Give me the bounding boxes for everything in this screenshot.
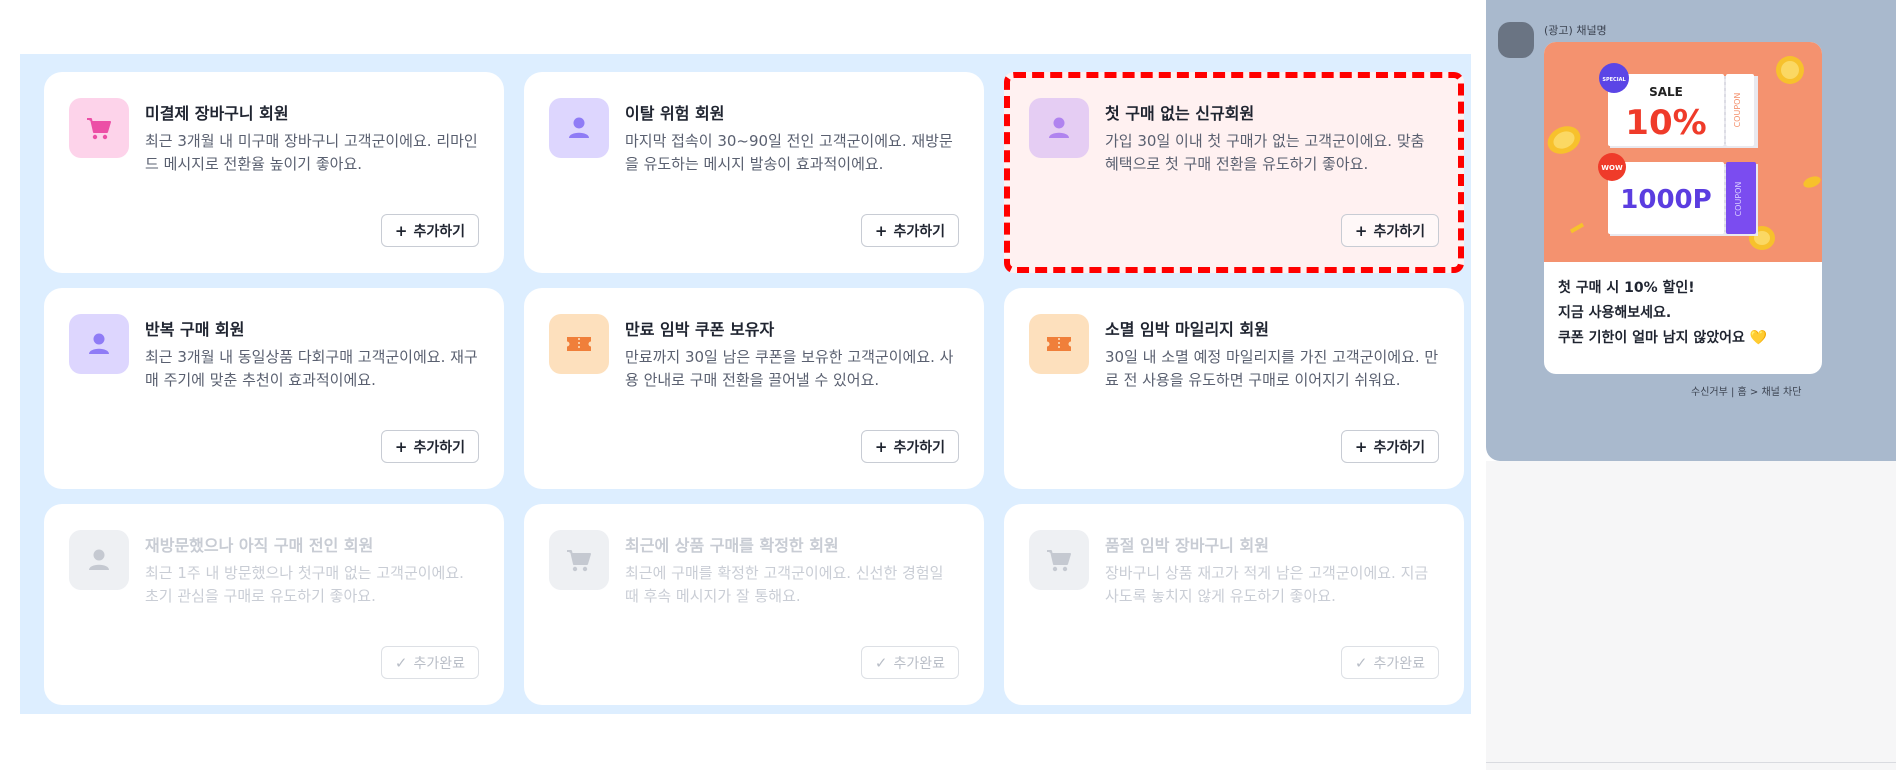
- promo-percent-text: 10%: [1625, 103, 1706, 143]
- check-icon: ✓: [1354, 653, 1368, 672]
- plus-icon: +: [874, 221, 888, 240]
- button-label: 추가하기: [413, 439, 465, 456]
- add-segment-button[interactable]: + 추가하기: [380, 430, 479, 463]
- message-line-2: 지금 사용해보세요.: [1558, 305, 1672, 321]
- segment-description: 최근 1주 내 방문했으나 첫구매 없는 고객군이에요. 초기 관심을 구매로 …: [145, 564, 464, 605]
- add-segment-button[interactable]: + 추가하기: [380, 214, 479, 247]
- button-label: 추가하기: [893, 439, 945, 456]
- promo-points-text: 1000P: [1620, 185, 1711, 215]
- plus-icon: +: [1354, 221, 1368, 240]
- segment-card: 최근에 상품 구매를 확정한 회원최근에 구매를 확정한 고객군이에요. 신선한…: [524, 504, 984, 705]
- segment-description: 30일 내 소멸 예정 마일리지를 가진 고객군이에요. 만료 전 사용을 유도…: [1105, 348, 1439, 389]
- shopping-cart-icon: [1029, 530, 1089, 590]
- added-segment-button: ✓ 추가완료: [380, 646, 479, 679]
- promo-coupon-tag-2: COUPON: [1734, 182, 1743, 217]
- segment-description: 마지막 접속이 30~90일 전인 고객군이에요. 재방문을 유도하는 메시지 …: [625, 132, 953, 173]
- user-icon: [1029, 98, 1089, 158]
- segment-title: 소멸 임박 마일리지 회원: [1105, 320, 1269, 339]
- plus-icon: +: [874, 437, 888, 456]
- wow-badge-text: WOW: [1601, 164, 1623, 172]
- button-label: 추가완료: [893, 655, 945, 672]
- button-label: 추가하기: [1373, 223, 1425, 240]
- segment-title: 품절 임박 장바구니 회원: [1105, 536, 1269, 555]
- promo-coupon-image: SALE 10% COUPON SPECIAL 1000P COUPON WOW: [1544, 42, 1822, 262]
- added-segment-button: ✓ 추가완료: [860, 646, 959, 679]
- segment-description: 최근에 구매를 확정한 고객군이에요. 신선한 경험일 때 후속 메시지가 잘 …: [625, 564, 944, 605]
- message-bubble: SALE 10% COUPON SPECIAL 1000P COUPON WOW…: [1544, 42, 1822, 374]
- segment-title: 이탈 위험 회원: [625, 104, 725, 123]
- check-icon: ✓: [874, 653, 888, 672]
- segment-card: 품절 임박 장바구니 회원장바구니 상품 재고가 적게 남은 고객군이에요. 지…: [1004, 504, 1464, 705]
- segment-title: 최근에 상품 구매를 확정한 회원: [625, 536, 839, 555]
- segment-card: 소멸 임박 마일리지 회원 30일 내 소멸 예정 마일리지를 가진 고객군이에요…: [1004, 288, 1464, 489]
- add-segment-button[interactable]: + 추가하기: [1340, 430, 1439, 463]
- coin-decoration: [1803, 176, 1821, 188]
- segment-card: 이탈 위험 회원마지막 접속이 30~90일 전인 고객군이에요. 재방문을 유…: [524, 72, 984, 273]
- segment-card-grid: 미결제 장바구니 회원최근 3개월 내 미구매 장바구니 고객군이에요. 리마인…: [20, 54, 1471, 714]
- segment-card: 첫 구매 없는 신규회원가입 30일 이내 첫 구매가 없는 고객군이에요. 맞…: [1004, 72, 1464, 273]
- shopping-cart-icon: [69, 98, 129, 158]
- segment-title: 미결제 장바구니 회원: [145, 104, 289, 123]
- button-label: 추가하기: [893, 223, 945, 240]
- segment-description: 가입 30일 이내 첫 구매가 없는 고객군이에요. 맞춤 혜택으로 첫 구매 …: [1105, 132, 1425, 173]
- channel-avatar: [1498, 22, 1534, 58]
- unsubscribe-footer[interactable]: 수신거부 | 홈 > 채널 차단: [1691, 383, 1801, 398]
- plus-icon: +: [394, 437, 408, 456]
- segment-card: 만료 임박 쿠폰 보유자만료까지 30일 남은 쿠폰을 보유한 고객군이에요. …: [524, 288, 984, 489]
- message-line-3: 쿠폰 기한이 얼마 남지 않았어요 💛: [1558, 330, 1768, 346]
- preview-panel-empty-area: [1486, 461, 1896, 770]
- channel-name: (광고) 채널명: [1544, 24, 1607, 37]
- segment-description: 장바구니 상품 재고가 적게 남은 고객군이에요. 지금 사도록 놓치지 않게 …: [1105, 564, 1429, 605]
- segment-description: 최근 3개월 내 동일상품 다회구매 고객군이에요. 재구매 주기에 맞춘 추천…: [145, 348, 478, 389]
- button-label: 추가완료: [413, 655, 465, 672]
- add-segment-button[interactable]: + 추가하기: [860, 430, 959, 463]
- add-segment-button[interactable]: + 추가하기: [860, 214, 959, 247]
- user-icon: [549, 98, 609, 158]
- special-badge-text: SPECIAL: [1602, 77, 1626, 83]
- segment-title: 첫 구매 없는 신규회원: [1105, 104, 1255, 123]
- segment-title: 반복 구매 회원: [145, 320, 245, 339]
- message-preview-panel: (광고) 채널명 SALE 10% COUPON SPECIAL 1000P C…: [1486, 0, 1896, 461]
- segment-description: 만료까지 30일 남은 쿠폰을 보유한 고객군이에요. 사용 안내로 구매 전환…: [625, 348, 954, 389]
- ticket-icon: [549, 314, 609, 374]
- segment-card: 재방문했으나 아직 구매 전인 회원최근 1주 내 방문했으나 첫구매 없는 고…: [44, 504, 504, 705]
- plus-icon: +: [394, 221, 408, 240]
- user-icon: [69, 314, 129, 374]
- segment-title: 만료 임박 쿠폰 보유자: [625, 320, 775, 339]
- user-icon: [69, 530, 129, 590]
- segment-card: 반복 구매 회원최근 3개월 내 동일상품 다회구매 고객군이에요. 재구매 주…: [44, 288, 504, 489]
- segment-title: 재방문했으나 아직 구매 전인 회원: [145, 536, 374, 555]
- message-line-1: 첫 구매 시 10% 할인!: [1558, 280, 1695, 296]
- segment-card: 미결제 장바구니 회원최근 3개월 내 미구매 장바구니 고객군이에요. 리마인…: [44, 72, 504, 273]
- preview-divider: [1486, 762, 1896, 763]
- button-label: 추가하기: [413, 223, 465, 240]
- button-label: 추가하기: [1373, 439, 1425, 456]
- promo-coupon-tag: COUPON: [1733, 93, 1742, 128]
- ticket-icon: [1029, 314, 1089, 374]
- button-label: 추가완료: [1373, 655, 1425, 672]
- segment-description: 최근 3개월 내 미구매 장바구니 고객군이에요. 리마인드 메시지로 전환율 …: [145, 132, 478, 173]
- added-segment-button: ✓ 추가완료: [1340, 646, 1439, 679]
- promo-sale-text: SALE: [1649, 85, 1683, 99]
- check-icon: ✓: [394, 653, 408, 672]
- shopping-cart-icon: [549, 530, 609, 590]
- add-segment-button[interactable]: + 추가하기: [1340, 214, 1439, 247]
- plus-icon: +: [1354, 437, 1368, 456]
